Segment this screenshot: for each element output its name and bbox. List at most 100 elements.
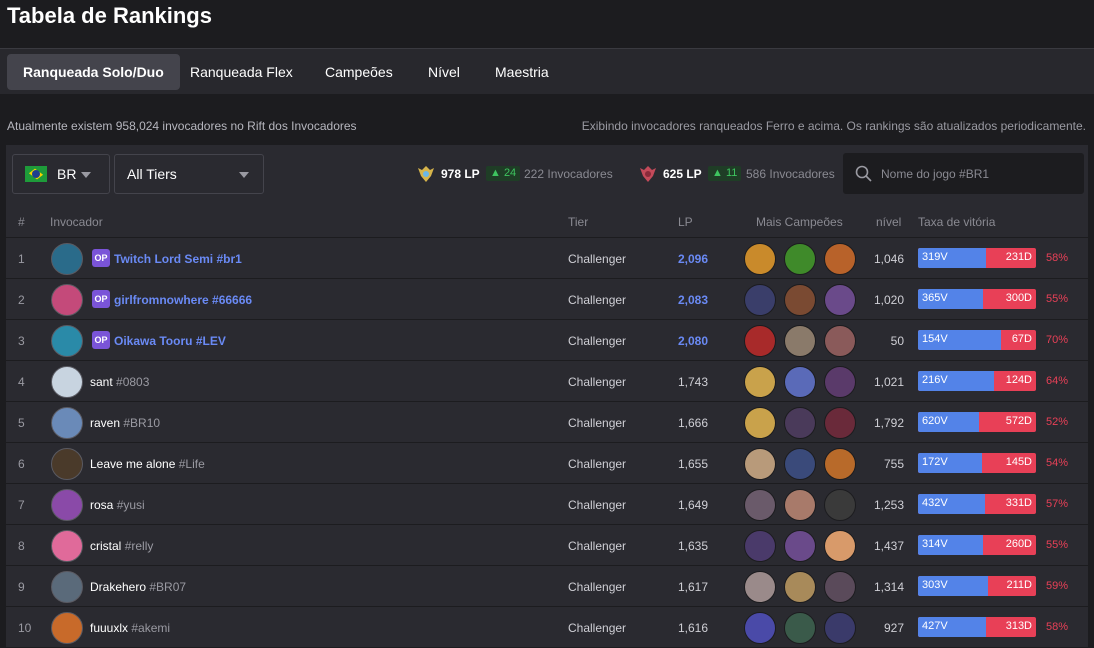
summoner-avatar[interactable] <box>51 284 83 316</box>
champion-icon[interactable] <box>744 612 776 644</box>
row-lp: 1,617 <box>678 580 709 594</box>
table-row[interactable]: 5 raven #BR10 Challenger 1,666 1,792 620V 57… <box>6 402 1088 443</box>
losses-count: 300D <box>1005 292 1032 304</box>
champion-icon[interactable] <box>744 407 776 439</box>
champion-icon[interactable] <box>824 325 856 357</box>
champion-icon[interactable] <box>784 407 816 439</box>
champion-icon[interactable] <box>784 284 816 316</box>
losses-count: 313D <box>1005 620 1032 632</box>
winrate-percent: 52% <box>1046 416 1069 428</box>
champion-icon[interactable] <box>824 407 856 439</box>
tab-champions[interactable]: Campeões <box>309 54 409 90</box>
champion-icon[interactable] <box>744 530 776 562</box>
summoner-name-link[interactable]: Drakehero #BR07 <box>90 580 186 594</box>
tab-ranked-flex[interactable]: Ranqueada Flex <box>174 54 309 90</box>
champion-icon[interactable] <box>744 325 776 357</box>
champion-icon[interactable] <box>744 571 776 603</box>
losses-count: 231D <box>1005 251 1032 263</box>
tab-ranked-solo-duo[interactable]: Ranqueada Solo/Duo <box>7 54 180 90</box>
champion-icon[interactable] <box>744 284 776 316</box>
summoner-name-link[interactable]: cristal #relly <box>90 539 153 553</box>
wins-count: 314V <box>922 538 948 550</box>
summoner-tag: #BR10 <box>123 416 161 430</box>
tab-level[interactable]: Nível <box>412 54 476 90</box>
champion-icon[interactable] <box>784 448 816 480</box>
row-lp: 1,655 <box>678 457 709 471</box>
table-row[interactable]: 7 rosa #yusi Challenger 1,649 1,253 432V 331… <box>6 484 1088 525</box>
wins-count: 620V <box>922 415 948 427</box>
winrate-bar: 319V 231D <box>918 248 1036 268</box>
table-row[interactable]: 6 Leave me alone #Life Challenger 1,655 755 … <box>6 443 1088 484</box>
summoner-name-link[interactable]: raven #BR10 <box>90 416 160 430</box>
table-row[interactable]: 8 cristal #relly Challenger 1,635 1,437 314V… <box>6 525 1088 566</box>
champion-icon[interactable] <box>824 489 856 521</box>
grandmaster-emblem-icon <box>640 166 656 182</box>
summoner-avatar[interactable] <box>51 530 83 562</box>
challenger-cutoff: 978 LP ▲ 24 222 Invocadores <box>416 165 616 183</box>
winrate-bar: 365V 300D <box>918 289 1036 309</box>
champion-icon[interactable] <box>744 243 776 275</box>
losses-count: 211D <box>1006 579 1032 591</box>
table-row[interactable]: 1 OP Twitch Lord Semi #br1 Challenger 2,096 1… <box>6 238 1088 279</box>
losses-count: 572D <box>1005 415 1032 427</box>
row-rank: 3 <box>18 334 25 348</box>
table-row[interactable]: 10 fuuuxlx #akemi Challenger 1,616 927 427V … <box>6 607 1088 648</box>
table-row[interactable]: 4 sant #0803 Challenger 1,743 1,021 216V 124… <box>6 361 1088 402</box>
losses-count: 67D <box>1011 333 1032 345</box>
champion-icon[interactable] <box>824 571 856 603</box>
tier-select[interactable]: All Tiers <box>114 154 264 194</box>
brazil-flag-icon <box>25 166 47 182</box>
champion-icon[interactable] <box>784 366 816 398</box>
champion-icon[interactable] <box>744 366 776 398</box>
row-level: 1,792 <box>873 416 904 430</box>
summoner-tag: #relly <box>124 539 154 553</box>
summoner-name: sant <box>90 375 113 389</box>
champion-icon[interactable] <box>744 448 776 480</box>
search-input[interactable] <box>881 153 1077 194</box>
champion-icon[interactable] <box>784 571 816 603</box>
summoner-name-link[interactable]: rosa #yusi <box>90 498 145 512</box>
summoner-tag: #LEV <box>195 334 226 348</box>
champion-icon[interactable] <box>824 366 856 398</box>
column-lp: LP <box>678 215 693 229</box>
row-level: 1,437 <box>873 539 904 553</box>
wins-count: 216V <box>922 374 948 386</box>
champion-icon[interactable] <box>784 325 816 357</box>
summoner-name-link[interactable]: Twitch Lord Semi #br1 <box>114 252 242 266</box>
summoner-avatar[interactable] <box>51 407 83 439</box>
losses-count: 331D <box>1005 497 1032 509</box>
champion-icon[interactable] <box>784 612 816 644</box>
champion-icon[interactable] <box>784 243 816 275</box>
summoner-avatar[interactable] <box>51 366 83 398</box>
summoner-avatar[interactable] <box>51 571 83 603</box>
row-tier: Challenger <box>568 621 627 635</box>
summoner-name-link[interactable]: fuuuxlx #akemi <box>90 621 170 635</box>
champion-icon[interactable] <box>824 448 856 480</box>
summoner-name-link[interactable]: sant #0803 <box>90 375 149 389</box>
tab-mastery[interactable]: Maestria <box>479 54 565 90</box>
table-row[interactable]: 2 OP girlfromnowhere #66666 Challenger 2,083… <box>6 279 1088 320</box>
table-row[interactable]: 9 Drakehero #BR07 Challenger 1,617 1,314 303… <box>6 566 1088 607</box>
table-row[interactable]: 3 OP Oikawa Tooru #LEV Challenger 2,080 50 15… <box>6 320 1088 361</box>
region-select[interactable]: BR <box>12 154 110 194</box>
champion-icon[interactable] <box>824 612 856 644</box>
summoner-avatar[interactable] <box>51 243 83 275</box>
summoner-avatar[interactable] <box>51 325 83 357</box>
champion-icon[interactable] <box>784 489 816 521</box>
summoner-name-link[interactable]: Leave me alone #Life <box>90 457 205 471</box>
challenger-emblem-icon <box>418 166 434 182</box>
champion-icon[interactable] <box>824 530 856 562</box>
summoner-name-link[interactable]: Oikawa Tooru #LEV <box>114 334 226 348</box>
summoner-avatar[interactable] <box>51 448 83 480</box>
champion-icon[interactable] <box>824 243 856 275</box>
summoner-avatar[interactable] <box>51 612 83 644</box>
summoner-name-link[interactable]: girlfromnowhere #66666 <box>114 293 252 307</box>
wins-count: 432V <box>922 497 948 509</box>
summoner-name: raven <box>90 416 121 430</box>
summoner-avatar[interactable] <box>51 489 83 521</box>
champion-icon[interactable] <box>784 530 816 562</box>
row-rank: 7 <box>18 498 25 512</box>
champion-icon[interactable] <box>824 284 856 316</box>
column-tier: Tier <box>568 215 589 229</box>
champion-icon[interactable] <box>744 489 776 521</box>
